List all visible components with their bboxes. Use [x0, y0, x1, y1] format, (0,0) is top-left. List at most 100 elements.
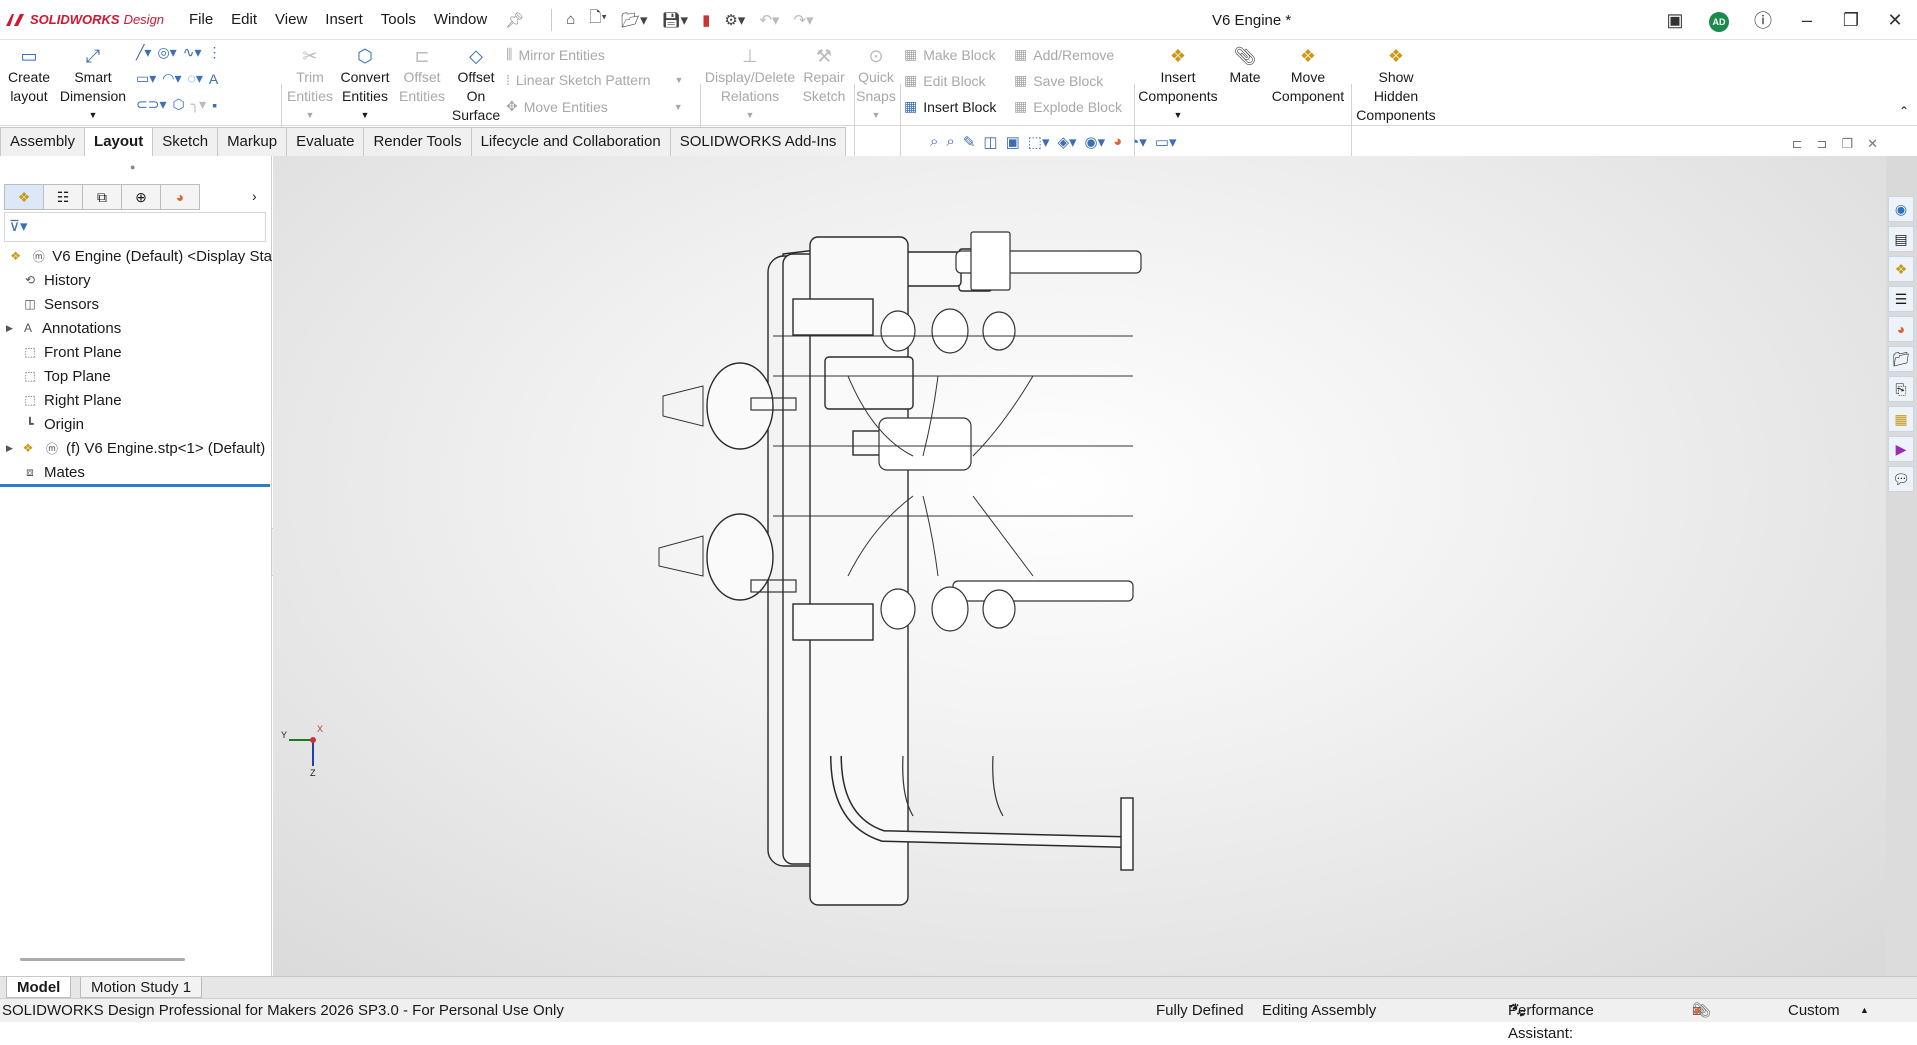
menu-edit[interactable]: Edit	[222, 11, 266, 29]
tab-sketch[interactable]: Sketch	[152, 127, 219, 156]
move-component-button[interactable]: ❖ Move Component	[1270, 44, 1346, 106]
offset-on-surface-button[interactable]: ◇ Offset On Surface	[450, 44, 502, 125]
solidworks-resources-icon[interactable]: ◉	[1888, 196, 1914, 222]
expand-arrow-icon[interactable]: ▶	[6, 323, 18, 334]
help-icon[interactable]: ⓘ	[1741, 7, 1785, 33]
save-block-button[interactable]: ▦ Save Block	[1014, 72, 1103, 89]
circle-icon[interactable]: ◎▾	[157, 44, 176, 61]
tab-assembly[interactable]: Assembly	[0, 127, 86, 156]
display-style-icon[interactable]: ◈▾	[1057, 133, 1076, 151]
command-prompt-icon[interactable]: ▣	[1653, 10, 1697, 31]
make-block-button[interactable]: ▦ Make Block	[904, 46, 996, 63]
viewport-restore-icon[interactable]: ❐	[1841, 136, 1853, 152]
menu-insert[interactable]: Insert	[316, 11, 372, 29]
tab-evaluate[interactable]: Evaluate	[286, 127, 365, 156]
mirror-entities-button[interactable]: ⫼ Mirror Entities	[506, 46, 605, 63]
text-icon[interactable]: A	[209, 71, 218, 87]
dimxpert-tab-icon[interactable]: ⊕	[121, 184, 161, 210]
redo-icon[interactable]: ↷▾	[793, 11, 813, 29]
dynamic-annotation-icon[interactable]: ▣	[1006, 133, 1020, 151]
user-avatar[interactable]: AD	[1697, 9, 1741, 32]
tree-item-component[interactable]: ▶ ❖ ⓜ (f) V6 Engine.stp<1> (Default)	[0, 436, 272, 460]
polygon-icon[interactable]: ⬡	[173, 96, 185, 113]
create-layout-button[interactable]: ▭ Create layout	[4, 44, 54, 106]
scene-icon[interactable]: ◔▾	[1130, 133, 1147, 151]
menu-view[interactable]: View	[266, 11, 316, 29]
viewport-expand-icon[interactable]: ⊐	[1817, 136, 1828, 152]
engine-3d-model[interactable]	[273, 156, 1886, 976]
menu-tools[interactable]: Tools	[372, 11, 425, 29]
point-icon[interactable]: ▪	[212, 97, 217, 113]
tree-item-origin[interactable]: ┗ Origin	[0, 412, 272, 436]
solidworks-forum-icon[interactable]: ▶	[1888, 436, 1914, 462]
tab-lifecycle[interactable]: Lifecycle and Collaboration	[470, 127, 671, 156]
tree-rollback-bar[interactable]	[0, 484, 270, 487]
collapse-ribbon-icon[interactable]: ⌃	[1899, 104, 1909, 118]
tree-item-root[interactable]: ❖ ⓜ V6 Engine (Default) <Display Sta	[0, 244, 272, 268]
restore-icon[interactable]: ❐	[1829, 10, 1873, 31]
rectangle-icon[interactable]: ▭▾	[136, 70, 156, 87]
display-delete-relations-button[interactable]: ⊥ Display/Delete Relations ▼	[704, 44, 796, 125]
zoom-to-area-icon[interactable]: ⌕	[946, 133, 954, 151]
view-palette-icon[interactable]: ☰	[1888, 286, 1914, 312]
close-icon[interactable]: ✕	[1873, 10, 1917, 31]
configuration-manager-tab-icon[interactable]: ⧉	[82, 184, 122, 210]
units-dropdown-icon[interactable]: ▲	[1860, 999, 1869, 1022]
viewport-close-icon[interactable]: ✕	[1867, 136, 1878, 152]
convert-entities-button[interactable]: ⬡ Convert Entities ▼	[336, 44, 394, 125]
viewport-collapse-icon[interactable]: ⊏	[1792, 136, 1803, 152]
zoom-to-fit-icon[interactable]: ⌕	[930, 133, 938, 151]
show-hidden-components-button[interactable]: ❖ Show Hidden Components	[1354, 44, 1438, 125]
smart-dimension-button[interactable]: ⤢ Smart Dimension ▼	[58, 44, 128, 125]
tab-addins[interactable]: SOLIDWORKS Add-Ins	[669, 127, 847, 156]
unit-system[interactable]: Custom	[1788, 999, 1840, 1022]
tab-markup[interactable]: Markup	[217, 127, 288, 156]
tab-render-tools[interactable]: Render Tools	[363, 127, 472, 156]
expand-arrow-icon[interactable]: ▶	[6, 443, 18, 454]
view-settings-icon[interactable]: ▭▾	[1155, 133, 1177, 151]
appearance-tab-icon[interactable]: ◕	[160, 184, 200, 210]
graphics-area[interactable]: ⌕ ⌕ ✎ ◫ ▣ ⬚▾ ◈▾ ◉▾ ◕ ◔▾ ▭▾ ⊏ ⊐ ❐ ✕ Y X Z	[273, 133, 1886, 976]
tree-item-mates[interactable]: ⧈ Mates	[0, 460, 272, 484]
pin-icon[interactable]: 📌︎	[496, 11, 533, 29]
view-orientation-icon[interactable]: ⬚▾	[1028, 133, 1050, 151]
trim-entities-button[interactable]: ✂ Trim Entities ▼	[284, 44, 336, 125]
repair-sketch-button[interactable]: ⚒ Repair Sketch	[798, 44, 850, 106]
linear-sketch-pattern-button[interactable]: ⁞ Linear Sketch Pattern ▼	[506, 72, 683, 88]
slot-icon[interactable]: ⊂⊃▾	[136, 96, 167, 113]
tree-item-annotations[interactable]: ▶ A Annotations	[0, 316, 272, 340]
hide-show-icon[interactable]: ◉▾	[1085, 133, 1106, 151]
edit-block-button[interactable]: ▦ Edit Block	[904, 72, 985, 89]
tree-item-sensors[interactable]: ◫ Sensors	[0, 292, 272, 316]
rebuild-icon[interactable]: ▮	[702, 11, 710, 29]
menu-window[interactable]: Window	[425, 11, 496, 29]
menu-file[interactable]: File	[180, 11, 222, 29]
horizontal-scrollbar[interactable]	[20, 958, 185, 961]
minimize-icon[interactable]: –	[1785, 10, 1829, 31]
tab-layout[interactable]: Layout	[84, 127, 154, 156]
tree-item-top-plane[interactable]: ⬚ Top Plane	[0, 364, 272, 388]
explode-block-button[interactable]: ▦ Explode Block	[1014, 98, 1122, 115]
mate-button[interactable]: 📎︎ Mate	[1222, 44, 1268, 87]
edit-appearance-icon[interactable]: ◕	[1113, 133, 1122, 151]
offset-entities-button[interactable]: ⊏ Offset Entities	[396, 44, 448, 106]
pattern-icon[interactable]: ⋮	[207, 44, 221, 61]
appearance-status-icon[interactable]: ◕	[1692, 999, 1701, 1022]
options-gear-icon[interactable]: ⚙▾	[724, 11, 745, 29]
previous-view-icon[interactable]: ✎	[963, 133, 976, 151]
feedback-icon[interactable]: 💬︎	[1888, 466, 1914, 492]
undo-icon[interactable]: ↶▾	[759, 11, 779, 29]
tree-filter[interactable]: ⊽▾	[4, 212, 266, 242]
arc-icon[interactable]: ◠▾	[162, 70, 181, 87]
move-entities-button[interactable]: ✥ Move Entities ▼	[506, 98, 683, 115]
document-recovery-icon[interactable]: ⎘	[1888, 376, 1914, 402]
file-explorer-icon[interactable]: ❖	[1888, 256, 1914, 282]
spline-icon[interactable]: ∿▾	[183, 44, 202, 61]
add-remove-button[interactable]: ▦ Add/Remove	[1014, 46, 1114, 63]
design-library-icon[interactable]: ▤	[1888, 226, 1914, 252]
tab-motion-study[interactable]: Motion Study 1	[80, 977, 203, 998]
new-document-icon[interactable]: 🗋︎▾	[589, 7, 607, 32]
tree-item-right-plane[interactable]: ⬚ Right Plane	[0, 388, 272, 412]
insert-components-button[interactable]: ❖ Insert Components ▼	[1136, 44, 1220, 125]
property-manager-tab-icon[interactable]: ☷	[43, 184, 83, 210]
